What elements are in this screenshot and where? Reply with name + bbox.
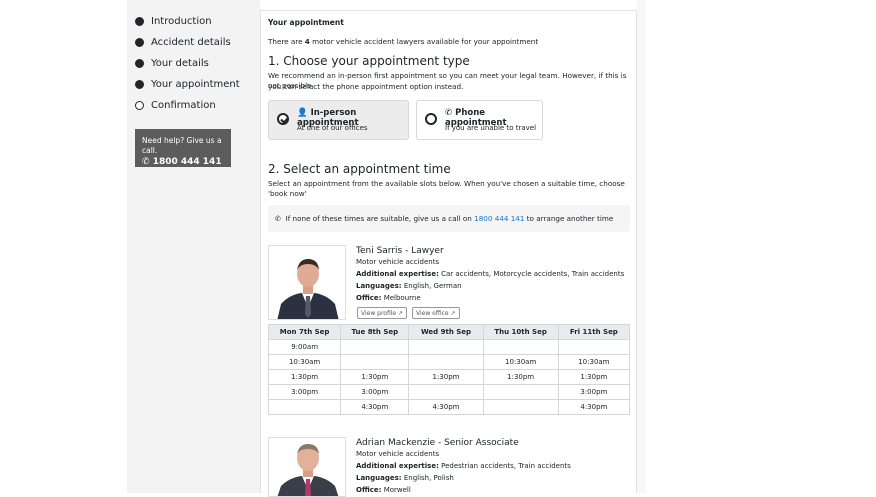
external-link-icon: ↗ <box>398 310 404 317</box>
lawyer-area: Motor vehicle accidents <box>356 258 440 266</box>
step-label: Accident details <box>151 37 231 48</box>
section-heading-time: 2. Select an appointment time <box>268 162 451 176</box>
step-label: Your details <box>151 58 209 69</box>
time-slot[interactable]: 10:30am <box>267 354 342 370</box>
notice-phone-link[interactable]: 1800 444 141 <box>474 214 524 223</box>
time-slot <box>482 399 559 415</box>
time-slot[interactable]: 3:00pm <box>267 384 342 400</box>
section-type-desc2: you can select the phone appointment opt… <box>268 82 464 91</box>
appointment-panel: Your appointment There are 4 motor vehic… <box>260 10 637 497</box>
time-slot[interactable]: 1:30pm <box>557 369 631 385</box>
notice-text-end: to arrange another time <box>524 214 614 223</box>
day-header: Mon 7th Sep <box>267 324 342 340</box>
time-slot[interactable]: 9:00am <box>267 339 342 355</box>
time-slot[interactable]: 10:30am <box>557 354 631 370</box>
help-text: Need help? Give us a call. <box>142 136 222 155</box>
lawyer-photo <box>268 245 346 320</box>
lawyer-languages: Languages: English, Polish <box>356 474 454 482</box>
view-office-button[interactable]: View office ↗ <box>412 307 460 319</box>
lawyer-name: Teni Sarris - Lawyer <box>356 246 444 256</box>
phone-option[interactable]: ✆ Phone appointment If you are unable to… <box>416 100 543 140</box>
day-header: Tue 8th Sep <box>340 324 410 340</box>
help-box: Need help? Give us a call. ✆ 1800 444 14… <box>135 129 231 167</box>
table-row: 3:00pm 3:00pm 3:00pm <box>267 384 631 400</box>
section-time-desc: Select an appointment from the available… <box>268 179 625 198</box>
step-complete-icon <box>135 80 144 89</box>
progress-steps: Introduction Accident details Your detai… <box>135 11 240 116</box>
day-header: Thu 10th Sep <box>482 324 559 340</box>
step-label: Your appointment <box>151 79 240 90</box>
in-person-option[interactable]: 👤 In-person appointment At one of our of… <box>268 100 409 140</box>
table-row: 1:30pm 1:30pm 1:30pm 1:30pm 1:30pm <box>267 369 631 385</box>
lawyer-photo <box>268 437 346 497</box>
phone-icon: ✆ <box>275 214 282 223</box>
lawyer-expertise: Additional expertise: Pedestrian acciden… <box>356 462 571 470</box>
time-slot[interactable]: 3:00pm <box>557 384 631 400</box>
step-your-details[interactable]: Your details <box>135 53 240 74</box>
time-slot <box>408 354 484 370</box>
person-icon: 👤 <box>297 108 308 118</box>
time-slot[interactable]: 10:30am <box>482 354 559 370</box>
step-accident-details[interactable]: Accident details <box>135 32 240 53</box>
schedule-table: Mon 7th Sep Tue 8th Sep Wed 9th Sep Thu … <box>267 324 631 415</box>
notice-text: If none of these times are suitable, giv… <box>285 214 475 223</box>
time-slot[interactable]: 4:30pm <box>408 399 484 415</box>
step-your-appointment[interactable]: Your appointment <box>135 74 240 95</box>
selected-radio-icon[interactable] <box>277 113 289 125</box>
lawyer-name: Adrian Mackenzie - Senior Associate <box>356 438 519 448</box>
external-link-icon: ↗ <box>450 310 456 317</box>
time-slot <box>557 339 631 355</box>
help-phone[interactable]: ✆ 1800 444 141 <box>142 156 224 169</box>
time-slot <box>340 354 410 370</box>
time-slot <box>482 384 559 400</box>
table-row: 4:30pm 4:30pm 4:30pm <box>267 399 631 415</box>
day-header: Fri 11th Sep <box>557 324 631 340</box>
lawyer-office: Office: Melbourne <box>356 294 421 302</box>
lawyer-expertise: Additional expertise: Car accidents, Mot… <box>356 270 625 278</box>
step-complete-icon <box>135 38 144 47</box>
time-slot[interactable]: 1:30pm <box>267 369 342 385</box>
time-slot <box>340 339 410 355</box>
lawyer-office: Office: Morwell <box>356 486 411 494</box>
panel-title: Your appointment <box>268 18 344 27</box>
time-slot[interactable]: 4:30pm <box>340 399 410 415</box>
step-incomplete-icon <box>135 101 144 110</box>
call-notice: ✆ If none of these times are suitable, g… <box>268 205 630 232</box>
time-slot <box>267 399 342 415</box>
help-phone-number: 1800 444 141 <box>152 157 222 167</box>
time-slot <box>408 339 484 355</box>
time-slot[interactable]: 1:30pm <box>340 369 410 385</box>
time-slot[interactable]: 1:30pm <box>408 369 484 385</box>
unselected-radio-icon[interactable] <box>425 113 437 125</box>
view-profile-button[interactable]: View profile ↗ <box>357 307 408 319</box>
phone-icon: ✆ <box>445 108 453 118</box>
phone-option-subtitle: If you are unable to travel <box>445 124 537 132</box>
table-row: 9:00am <box>267 339 631 355</box>
time-slot[interactable]: 3:00pm <box>340 384 410 400</box>
section-heading-type: 1. Choose your appointment type <box>268 54 470 68</box>
step-complete-icon <box>135 59 144 68</box>
right-pane <box>637 0 646 493</box>
in-person-subtitle: At one of our offices <box>297 124 368 132</box>
step-introduction[interactable]: Introduction <box>135 11 240 32</box>
schedule-header-row: Mon 7th Sep Tue 8th Sep Wed 9th Sep Thu … <box>267 324 631 340</box>
time-slot[interactable]: 1:30pm <box>482 369 559 385</box>
step-confirmation[interactable]: Confirmation <box>135 95 240 116</box>
step-label: Confirmation <box>151 100 216 111</box>
step-complete-icon <box>135 17 144 26</box>
day-header: Wed 9th Sep <box>408 324 484 340</box>
lawyer-area: Motor vehicle accidents <box>356 450 440 458</box>
table-row: 10:30am 10:30am 10:30am <box>267 354 631 370</box>
time-slot[interactable]: 4:30pm <box>557 399 631 415</box>
time-slot <box>408 384 484 400</box>
step-label: Introduction <box>151 16 212 27</box>
availability-text: There are 4 motor vehicle accident lawye… <box>268 37 539 46</box>
phone-icon: ✆ <box>142 157 150 167</box>
lawyer-languages: Languages: English, German <box>356 282 462 290</box>
time-slot <box>482 339 559 355</box>
